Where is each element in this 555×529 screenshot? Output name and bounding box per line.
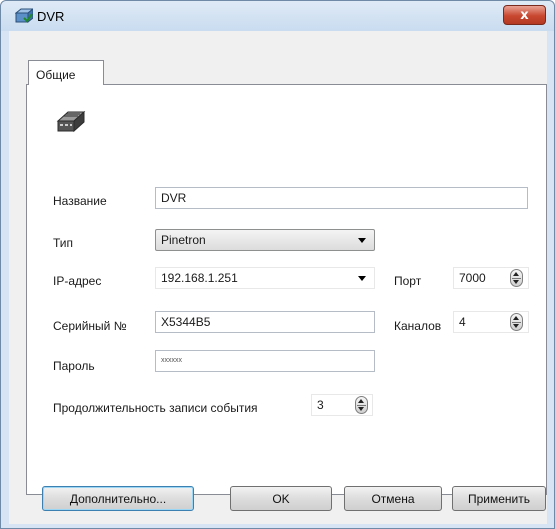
port-value: 7000 xyxy=(459,271,486,285)
apply-button[interactable]: Применить xyxy=(452,486,546,511)
close-button[interactable]: x xyxy=(503,5,546,25)
name-label: Название xyxy=(53,194,107,208)
cancel-button[interactable]: Отмена xyxy=(344,486,442,511)
channels-value: 4 xyxy=(459,315,466,329)
dvr-device-icon xyxy=(56,107,86,133)
serial-label: Серийный № xyxy=(53,319,127,333)
window-title: DVR xyxy=(37,9,65,24)
dvr-window-icon xyxy=(14,7,35,24)
advanced-button[interactable]: Дополнительно... xyxy=(42,486,194,511)
tab-panel xyxy=(26,84,547,495)
name-input[interactable]: DVR xyxy=(155,187,528,209)
event-duration-label: Продолжительность записи события xyxy=(53,401,258,415)
event-duration-value: 3 xyxy=(317,398,324,412)
type-select-value: Pinetron xyxy=(161,233,206,247)
password-label: Пароль xyxy=(53,359,95,373)
tab-general-label: Общие xyxy=(36,68,76,82)
ok-button[interactable]: OK xyxy=(230,486,332,511)
dropdown-arrow-icon xyxy=(358,238,366,243)
ip-select-value: 192.168.1.251 xyxy=(161,271,238,285)
port-label: Порт xyxy=(394,274,422,288)
event-duration-spinner-icon[interactable] xyxy=(355,396,368,414)
serial-input[interactable]: X5344B5 xyxy=(155,311,375,333)
close-icon: x xyxy=(520,7,529,23)
channels-label: Каналов xyxy=(394,319,442,333)
password-input[interactable]: xxxxxx xyxy=(155,350,375,372)
channels-spinner-icon[interactable] xyxy=(510,313,523,331)
ip-select[interactable]: 192.168.1.251 xyxy=(155,267,375,289)
title-bar[interactable]: DVR x xyxy=(1,1,554,31)
type-select[interactable]: Pinetron xyxy=(155,229,375,251)
ip-label: IP-адрес xyxy=(53,274,102,288)
dropdown-arrow-icon xyxy=(358,276,366,281)
dvr-dialog: DVR x Общие Название DVR Тип Pinetron IP… xyxy=(0,0,555,529)
type-label: Тип xyxy=(53,236,74,250)
tab-general[interactable]: Общие xyxy=(28,60,104,85)
port-spinner-icon[interactable] xyxy=(510,269,523,287)
